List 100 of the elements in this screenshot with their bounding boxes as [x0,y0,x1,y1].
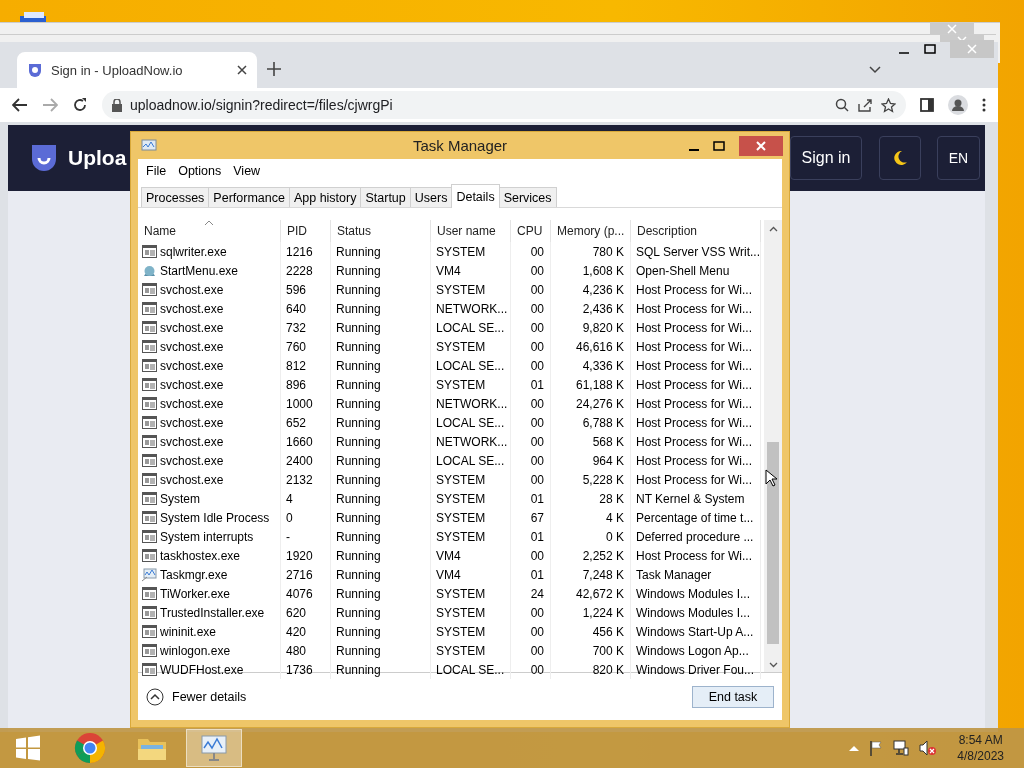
menu-item[interactable]: File [140,164,173,178]
table-cell: SYSTEM [431,622,511,641]
table-cell: svchost.exe [138,470,281,489]
table-cell: 420 [281,622,331,641]
table-cell: Running [331,603,431,622]
tab[interactable]: App history [288,187,362,207]
tab[interactable]: Details [451,184,500,208]
table-cell: TiWorker.exe [138,584,281,603]
language-button[interactable]: EN [937,136,980,180]
table-cell: 0 [281,508,331,527]
monitor-chart-icon [199,734,229,762]
table-cell: winlogon.exe [138,641,281,660]
scrollbar[interactable] [764,220,782,672]
table-cell: SQL Server VSS Writ... [631,242,761,261]
table-cell: Running [331,508,431,527]
table-cell: 568 K [551,432,631,451]
menu-item[interactable]: View [227,164,267,178]
table-cell: LOCAL SE... [431,451,511,470]
browser-tab[interactable]: Sign in - UploadNow.io [17,52,257,88]
table-cell: 700 K [551,641,631,660]
table-cell: Running [331,546,431,565]
program-icon [142,378,157,391]
table-cell: 00 [511,451,551,470]
table-cell: Running [331,356,431,375]
table-cell: NETWORK... [431,394,511,413]
table-cell: LOCAL SE... [431,660,511,679]
column-header[interactable]: Name [138,220,281,242]
table-cell: 760 [281,337,331,356]
table-cell: 1660 [281,432,331,451]
table-cell: 2,252 K [551,546,631,565]
table-cell: Running [331,337,431,356]
address-bar[interactable]: uploadnow.io/signin?redirect=/files/cjwrgPi [102,91,906,119]
volume-muted-icon [919,740,938,756]
program-icon [142,549,157,562]
column-header[interactable]: User name [431,220,511,242]
table-cell: 00 [511,470,551,489]
table-cell: VM4 [431,261,511,280]
table-cell: NETWORK... [431,432,511,451]
table-cell: svchost.exe [138,280,281,299]
collapse-icon [146,687,164,706]
program-icon [142,302,157,315]
end-task-button[interactable]: End task [692,685,774,708]
reload-icon [72,97,88,113]
new-tab-icon [267,62,281,76]
table-cell: LOCAL SE... [431,318,511,337]
tab[interactable]: Performance [208,187,290,207]
sign-in-button[interactable]: Sign in [790,136,862,180]
table-cell: Running [331,584,431,603]
table-cell: 820 K [551,660,631,679]
share-icon [857,98,873,112]
search-icon [835,98,849,112]
column-header[interactable]: Memory (p... [551,220,631,242]
close-icon [237,65,247,75]
table-cell: Windows Logon Ap... [631,641,761,660]
table-cell: 9,820 K [551,318,631,337]
table-cell: 00 [511,280,551,299]
table-cell: 6,788 K [551,413,631,432]
table-cell: Host Process for Wi... [631,337,761,356]
program-icon [142,245,157,258]
table-cell: Host Process for Wi... [631,451,761,470]
table-cell: 456 K [551,622,631,641]
menu-item[interactable]: Options [172,164,228,178]
table-cell: Host Process for Wi... [631,432,761,451]
scroll-up-icon [768,226,778,232]
table-cell: NETWORK... [431,299,511,318]
column-header[interactable]: PID [281,220,331,242]
column-header[interactable]: Description [631,220,761,242]
table-cell: svchost.exe [138,375,281,394]
table-cell: wininit.exe [138,622,281,641]
scroll-down-icon [768,662,778,668]
shell-icon [142,263,157,278]
taskbar-app[interactable] [186,729,242,767]
table-cell: SYSTEM [431,508,511,527]
table-cell: SYSTEM [431,641,511,660]
table-cell: 640 [281,299,331,318]
windows-logo-icon [15,735,41,761]
table-cell: 00 [511,660,551,679]
tab[interactable]: Services [498,187,557,207]
column-header[interactable]: Status [331,220,431,242]
table-cell: Running [331,413,431,432]
table-cell: 1,224 K [551,603,631,622]
fewer-details-button[interactable]: Fewer details [146,687,692,706]
program-icon [142,644,157,657]
theme-button[interactable] [879,136,921,180]
close-button[interactable] [739,135,783,156]
table-cell: 1000 [281,394,331,413]
tab[interactable]: Users [409,187,453,207]
program-icon [142,587,157,600]
tab[interactable]: Processes [141,187,210,207]
table-cell: Host Process for Wi... [631,546,761,565]
program-icon [142,416,157,429]
table-cell: SYSTEM [431,375,511,394]
table-cell: Windows Start-Up A... [631,622,761,641]
table-cell: sqlwriter.exe [138,242,281,261]
table-cell: Running [331,432,431,451]
column-header[interactable]: CPU [511,220,551,242]
table-cell: 5,228 K [551,470,631,489]
tab[interactable]: Startup [360,187,411,207]
table-cell: svchost.exe [138,356,281,375]
table-cell: svchost.exe [138,413,281,432]
